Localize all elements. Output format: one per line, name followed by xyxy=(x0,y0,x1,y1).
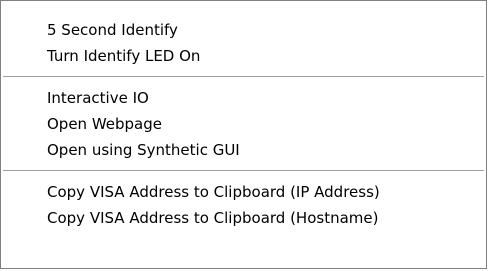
menu-item-5-second-identify[interactable]: 5 Second Identify xyxy=(1,17,486,43)
context-menu: 5 Second Identify Turn Identify LED On I… xyxy=(0,0,487,269)
open-group: Interactive IO Open Webpage Open using S… xyxy=(1,85,486,163)
menu-item-copy-visa-hostname[interactable]: Copy VISA Address to Clipboard (Hostname… xyxy=(1,205,486,231)
identify-group: 5 Second Identify Turn Identify LED On xyxy=(1,17,486,69)
menu-item-open-synthetic-gui[interactable]: Open using Synthetic GUI xyxy=(1,137,486,163)
menu-separator xyxy=(3,76,484,77)
copy-group: Copy VISA Address to Clipboard (IP Addre… xyxy=(1,179,486,231)
menu-item-turn-identify-led-on[interactable]: Turn Identify LED On xyxy=(1,43,486,69)
menu-separator xyxy=(3,170,484,171)
menu-item-interactive-io[interactable]: Interactive IO xyxy=(1,85,486,111)
menu-item-open-webpage[interactable]: Open Webpage xyxy=(1,111,486,137)
menu-item-copy-visa-ip[interactable]: Copy VISA Address to Clipboard (IP Addre… xyxy=(1,179,486,205)
